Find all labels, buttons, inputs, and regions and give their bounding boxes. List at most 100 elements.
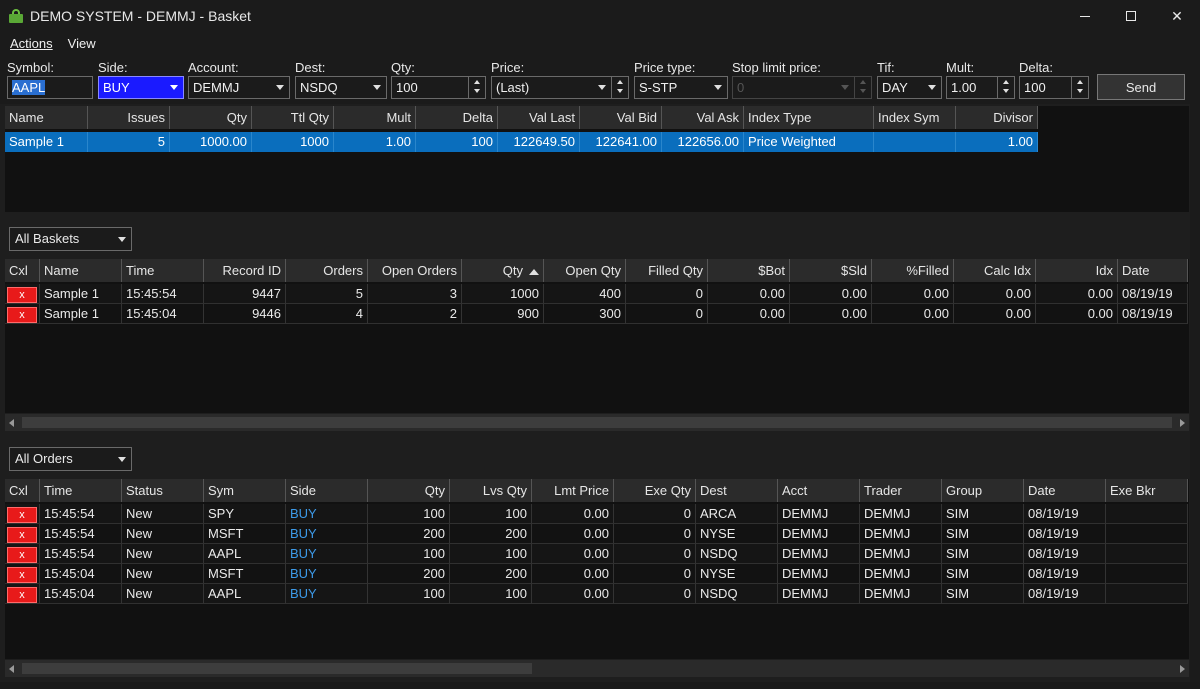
column-header[interactable]: Group [942, 479, 1024, 502]
column-header[interactable]: Name [40, 259, 122, 282]
column-header[interactable]: Side [286, 479, 368, 502]
column-header[interactable]: Time [40, 479, 122, 502]
column-header[interactable]: $Bot [708, 259, 790, 282]
scroll-left-icon[interactable] [9, 419, 14, 427]
column-header[interactable]: Qty [170, 106, 252, 129]
spinner-icon[interactable] [611, 77, 628, 98]
table-cell: SIM [942, 564, 1024, 584]
cancel-button[interactable]: x [7, 587, 37, 603]
column-header[interactable]: $Sld [790, 259, 872, 282]
basket-filter-dropdown[interactable]: All Baskets [9, 227, 132, 251]
column-header[interactable]: Index Sym [874, 106, 956, 129]
scroll-right-icon[interactable] [1180, 419, 1185, 427]
column-header[interactable]: Open Orders [368, 259, 462, 282]
column-header[interactable]: Sym [204, 479, 286, 502]
scroll-thumb[interactable] [22, 417, 1172, 428]
delta-stepper[interactable]: 100 [1019, 76, 1089, 99]
table-row[interactable]: x 15:45:54 New AAPL BUY 100 100 0.00 0 NSDQ DEMMJ D… [5, 544, 1188, 564]
column-header[interactable]: Name [5, 106, 88, 129]
column-header[interactable]: Time [122, 259, 204, 282]
table-row[interactable]: x 15:45:04 New AAPL BUY 100 100 0.00 0 NSDQ DEMMJ D… [5, 584, 1188, 604]
table-cell: 1000 [252, 132, 334, 152]
cancel-button[interactable]: x [7, 527, 37, 543]
column-header[interactable]: Issues [88, 106, 170, 129]
cancel-button[interactable]: x [7, 567, 37, 583]
column-header[interactable]: Orders [286, 259, 368, 282]
column-header[interactable]: Idx [1036, 259, 1118, 282]
orders-filter-dropdown[interactable]: All Orders [9, 447, 132, 471]
stop-limit-input[interactable]: 0 [732, 76, 872, 99]
column-header[interactable]: Lvs Qty [450, 479, 532, 502]
spinner-icon[interactable] [1071, 77, 1088, 98]
menu-actions[interactable]: Actions [5, 36, 58, 51]
maximize-button[interactable] [1108, 0, 1154, 32]
column-header[interactable]: Exe Qty [614, 479, 696, 502]
records-horizontal-scrollbar[interactable] [5, 414, 1189, 431]
orders-grid-header: Cxl Time Status Sym Side Qty Lvs Qty Lmt Price E… [5, 479, 1188, 502]
cancel-button[interactable]: x [7, 547, 37, 563]
column-header[interactable]: Date [1024, 479, 1106, 502]
close-button[interactable]: ✕ [1154, 0, 1200, 32]
column-header[interactable]: Qty [368, 479, 450, 502]
cancel-button[interactable]: x [7, 507, 37, 523]
table-cell: 15:45:54 [40, 524, 122, 544]
account-dropdown[interactable]: DEMMJ [188, 76, 290, 99]
orders-horizontal-scrollbar[interactable] [5, 660, 1189, 677]
column-header[interactable]: Trader [860, 479, 942, 502]
price-type-dropdown[interactable]: S-STP [634, 76, 728, 99]
column-header[interactable]: Cxl [5, 479, 40, 502]
column-header[interactable]: Qty [462, 259, 544, 282]
column-header[interactable]: Index Type [744, 106, 874, 129]
column-header[interactable]: Divisor [956, 106, 1038, 129]
column-header[interactable]: Open Qty [544, 259, 626, 282]
column-header[interactable]: Val Last [498, 106, 580, 129]
table-row[interactable]: x Sample 1 15:45:04 9446 4 2 900 300 0 0.00 0.00 0.… [5, 304, 1188, 324]
table-row[interactable]: x 15:45:54 New MSFT BUY 200 200 0.00 0 NYSE DEMMJ D… [5, 524, 1188, 544]
cancel-cell: x [5, 504, 40, 524]
table-cell: 0 [626, 284, 708, 304]
column-header[interactable]: Cxl [5, 259, 40, 282]
scroll-thumb[interactable] [22, 663, 532, 674]
table-cell: 0.00 [872, 284, 954, 304]
table-row[interactable]: Sample 1 5 1000.00 1000 1.00 100 122649.50 1226… [5, 132, 1038, 152]
minimize-button[interactable] [1062, 0, 1108, 32]
column-header[interactable]: Filled Qty [626, 259, 708, 282]
splitter[interactable] [0, 214, 1200, 220]
table-cell [1106, 564, 1188, 584]
scroll-right-icon[interactable] [1180, 665, 1185, 673]
table-row[interactable]: x Sample 1 15:45:54 9447 5 3 1000 400 0 0.00 0.00 0… [5, 284, 1188, 304]
column-header[interactable]: %Filled [872, 259, 954, 282]
column-header[interactable]: Lmt Price [532, 479, 614, 502]
column-header[interactable]: Exe Bkr [1106, 479, 1188, 502]
side-dropdown[interactable]: BUY [98, 76, 184, 99]
qty-stepper[interactable]: 100 [391, 76, 486, 99]
column-header[interactable]: Delta [416, 106, 498, 129]
column-header[interactable]: Val Ask [662, 106, 744, 129]
column-header[interactable]: Date [1118, 259, 1188, 282]
scroll-left-icon[interactable] [9, 665, 14, 673]
mult-stepper[interactable]: 1.00 [946, 76, 1015, 99]
column-header[interactable]: Dest [696, 479, 778, 502]
table-row[interactable]: x 15:45:54 New SPY BUY 100 100 0.00 0 ARCA DEMMJ DE… [5, 504, 1188, 524]
tif-dropdown[interactable]: DAY [877, 76, 942, 99]
spinner-icon[interactable] [997, 77, 1014, 98]
column-header[interactable]: Record ID [204, 259, 286, 282]
column-header[interactable]: Acct [778, 479, 860, 502]
table-row[interactable]: x 15:45:04 New MSFT BUY 200 200 0.00 0 NYSE DEMMJ D… [5, 564, 1188, 584]
column-header[interactable]: Mult [334, 106, 416, 129]
menu-view[interactable]: View [63, 36, 101, 51]
price-input[interactable]: (Last) [491, 76, 629, 99]
dest-dropdown[interactable]: NSDQ [295, 76, 387, 99]
table-cell: 2 [368, 304, 462, 324]
table-cell: MSFT [204, 524, 286, 544]
column-header[interactable]: Calc Idx [954, 259, 1036, 282]
send-button[interactable]: Send [1097, 74, 1185, 100]
symbol-input[interactable]: AAPL [7, 76, 93, 99]
column-header[interactable]: Ttl Qty [252, 106, 334, 129]
cancel-button[interactable]: x [7, 287, 37, 303]
column-header[interactable]: Val Bid [580, 106, 662, 129]
spinner-icon[interactable] [468, 77, 485, 98]
cancel-button[interactable]: x [7, 307, 37, 323]
column-header[interactable]: Status [122, 479, 204, 502]
splitter[interactable] [0, 434, 1200, 440]
